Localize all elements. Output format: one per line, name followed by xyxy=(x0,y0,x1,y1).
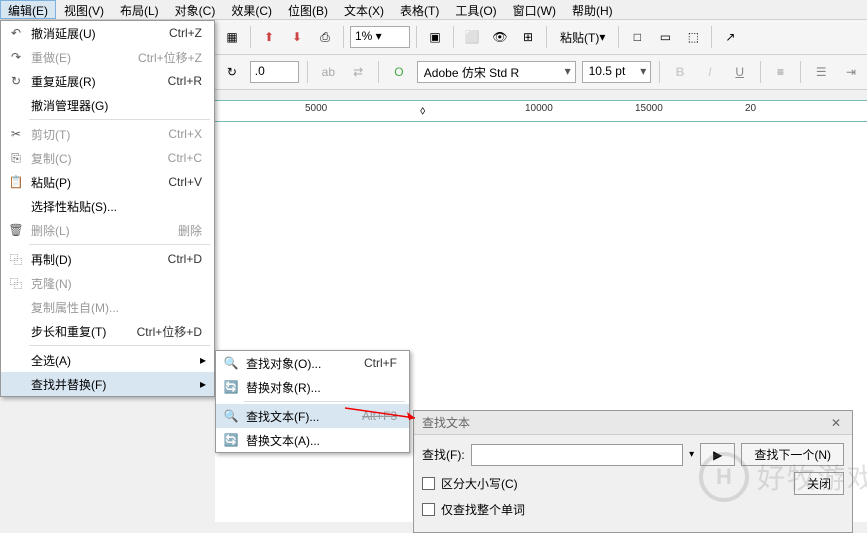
ruler-tick: 20 xyxy=(745,103,756,114)
menu-tools[interactable]: 工具(O) xyxy=(447,0,504,19)
menu-cut: ✂剪切(T)Ctrl+X xyxy=(1,122,214,146)
menu-text[interactable]: 文本(X) xyxy=(336,0,392,19)
ruler-tick: 10000 xyxy=(525,103,553,114)
submenu-find-object[interactable]: 🔍查找对象(O)...Ctrl+F xyxy=(216,351,409,375)
find-object-icon: 🔍 xyxy=(220,353,242,373)
whole-word-checkbox[interactable] xyxy=(422,503,435,516)
align-left-icon[interactable]: ≡ xyxy=(769,60,793,84)
menu-repeat[interactable]: ↻重复延展(R)Ctrl+R xyxy=(1,69,214,93)
menu-window[interactable]: 窗口(W) xyxy=(505,0,564,19)
submenu-arrow-icon: ▸ xyxy=(200,377,210,391)
find-text-icon: 🔍 xyxy=(220,406,242,426)
case-label: 区分大小写(C) xyxy=(441,475,518,492)
find-label: 查找(F): xyxy=(422,446,465,463)
replace-object-icon: 🔄 xyxy=(220,377,242,397)
annotation-arrow xyxy=(345,402,425,422)
watermark-logo: H xyxy=(699,452,749,502)
menu-bitmap[interactable]: 位图(B) xyxy=(280,0,336,19)
close-icon[interactable]: ✕ xyxy=(828,416,844,430)
copy-icon: ⎘ xyxy=(5,148,27,168)
menu-select-all[interactable]: 全选(A)▸ xyxy=(1,348,214,372)
grid-icon[interactable]: ⊞ xyxy=(516,25,540,49)
paste-icon: 📋 xyxy=(5,172,27,192)
undo-icon: ↶ xyxy=(5,23,27,43)
tool-b[interactable]: ▭ xyxy=(653,25,677,49)
tool-icon2[interactable]: ⎙ xyxy=(313,25,337,49)
menu-clone: ⿻克隆(N) xyxy=(1,271,214,295)
tool-a[interactable]: □ xyxy=(625,25,649,49)
ruler-tick: 5000 xyxy=(305,103,327,114)
menu-delete: 🗑删除(L)删除 xyxy=(1,218,214,242)
watermark-text: 好牧游戏 xyxy=(757,457,867,497)
paste-button[interactable]: 粘贴(T) ▾ xyxy=(553,25,612,49)
menu-paste[interactable]: 📋粘贴(P)Ctrl+V xyxy=(1,170,214,194)
menu-view[interactable]: 视图(V) xyxy=(56,0,112,19)
ruler: ⬨ 5000 10000 15000 20 xyxy=(215,100,867,122)
spacing-icon[interactable]: ab xyxy=(316,60,340,84)
list-icon[interactable]: ☰ xyxy=(809,60,833,84)
case-checkbox[interactable] xyxy=(422,477,435,490)
tool-c[interactable]: ⬚ xyxy=(681,25,705,49)
launch-icon[interactable]: ↗ xyxy=(718,25,742,49)
menu-copy: ⎘复制(C)Ctrl+C xyxy=(1,146,214,170)
submenu-replace-object[interactable]: 🔄替换对象(R)... xyxy=(216,375,409,399)
repeat-icon: ↻ xyxy=(5,71,27,91)
clone-icon: ⿻ xyxy=(5,273,27,293)
duplicate-icon: ⿻ xyxy=(5,249,27,269)
snap-icon[interactable]: ▣ xyxy=(423,25,447,49)
menu-undo[interactable]: ↶撤消延展(U)Ctrl+Z xyxy=(1,21,214,45)
menu-copy-props: 复制属性自(M)... xyxy=(1,295,214,319)
menu-find-replace[interactable]: 查找并替换(F)▸ xyxy=(1,372,214,396)
dialog-title: 查找文本 xyxy=(422,414,828,431)
align-icon[interactable]: ⬜ xyxy=(460,25,484,49)
redo-icon: ↷ xyxy=(5,47,27,67)
find-input[interactable] xyxy=(471,444,683,466)
menu-object[interactable]: 对象(C) xyxy=(167,0,224,19)
kern-icon[interactable]: ⇄ xyxy=(346,60,370,84)
watermark: H 好牧游戏 xyxy=(699,452,867,502)
menu-effects[interactable]: 效果(C) xyxy=(223,0,280,19)
submenu-replace-text[interactable]: 🔄替换文本(A)... xyxy=(216,428,409,452)
menu-edit[interactable]: 编辑(E) xyxy=(0,0,56,19)
ruler-tick: 15000 xyxy=(635,103,663,114)
menubar: 编辑(E) 视图(V) 布局(L) 对象(C) 效果(C) 位图(B) 文本(X… xyxy=(0,0,867,20)
menu-table[interactable]: 表格(T) xyxy=(392,0,447,19)
menu-layout[interactable]: 布局(L) xyxy=(112,0,167,19)
menu-undo-manager[interactable]: 撤消管理器(G) xyxy=(1,93,214,117)
export-icon[interactable]: ⬇ xyxy=(285,25,309,49)
bold-icon[interactable]: B xyxy=(668,60,692,84)
rotate-icon[interactable]: ↻ xyxy=(220,60,244,84)
font-size-select[interactable]: 10.5 pt xyxy=(582,61,652,83)
edit-dropdown: ↶撤消延展(U)Ctrl+Z ↷重做(E)Ctrl+位移+Z ↻重复延展(R)C… xyxy=(0,20,215,397)
menu-help[interactable]: 帮助(H) xyxy=(564,0,621,19)
indent-icon[interactable]: ⇥ xyxy=(839,60,863,84)
dialog-titlebar[interactable]: 查找文本 ✕ xyxy=(414,411,852,435)
replace-text-icon: 🔄 xyxy=(220,430,242,450)
ruler-marker-icon: ⬨ xyxy=(420,103,425,118)
menu-redo: ↷重做(E)Ctrl+位移+Z xyxy=(1,45,214,69)
eye-icon[interactable]: 👁 xyxy=(488,25,512,49)
menu-paste-special[interactable]: 选择性粘贴(S)... xyxy=(1,194,214,218)
cut-icon: ✂ xyxy=(5,124,27,144)
zoom-input[interactable]: 1% ▾ xyxy=(350,26,410,48)
italic-icon[interactable]: I xyxy=(698,60,722,84)
tool-icon[interactable]: ▦ xyxy=(220,25,244,49)
value-input[interactable]: .0 xyxy=(250,61,300,83)
font-select[interactable]: Adobe 仿宋 Std R xyxy=(417,61,576,83)
delete-icon: 🗑 xyxy=(5,220,27,240)
menu-duplicate[interactable]: ⿻再制(D)Ctrl+D xyxy=(1,247,214,271)
import-icon[interactable]: ⬆ xyxy=(257,25,281,49)
whole-word-label: 仅查找整个单词 xyxy=(441,501,525,518)
menu-step-repeat[interactable]: 步长和重复(T)Ctrl+位移+D xyxy=(1,319,214,343)
underline-icon[interactable]: U xyxy=(728,60,752,84)
submenu-arrow-icon: ▸ xyxy=(200,353,210,367)
font-o-icon[interactable]: O xyxy=(387,60,411,84)
